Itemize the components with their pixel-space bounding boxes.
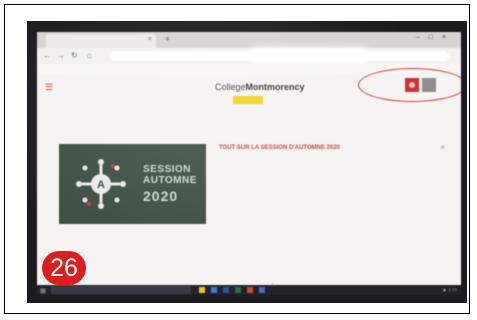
search-button[interactable] [405,78,419,92]
browser-tab[interactable]: × [46,34,156,48]
word-icon[interactable] [223,287,229,293]
svg-text:A: A [97,179,105,191]
tab-close-icon[interactable]: × [148,36,152,43]
navigation-bar: ← → ↻ ⌂ [37,47,461,65]
website: ☰ CollegeMontmorency A SESSION AUTOMNE 2… [37,68,461,295]
new-tab-icon[interactable]: + [165,34,170,44]
forward-icon[interactable]: → [57,51,65,60]
refresh-icon[interactable]: ↻ [71,51,78,60]
banner-year: 2020 [143,188,179,204]
edge-icon[interactable] [211,287,217,293]
back-icon[interactable]: ← [43,51,51,60]
logo-badge[interactable] [233,96,263,104]
article-title: TOUT SUR LA SESSION D'AUTOMNE 2020 [219,145,341,151]
logo-prefix: College [215,82,246,92]
menu-icon[interactable]: ☰ [45,82,53,93]
window-controls[interactable]: –□× [416,34,455,41]
teams-icon[interactable] [259,287,265,293]
starburst-logo-icon: A [76,159,126,209]
browser-screen: × + –□× ← → ↻ ⌂ ☰ CollegeMontmorency A S… [37,32,461,295]
home-icon[interactable]: ⌂ [87,51,92,60]
logo-suffix: Montmorency [245,82,305,92]
close-icon[interactable]: × [440,143,445,152]
banner-line1: SESSION [143,164,191,175]
system-tray[interactable]: ▲ ♪ ▭ [442,287,457,293]
tab-bar: × + –□× [37,32,461,48]
banner-title: SESSION AUTOMNE [143,164,197,186]
site-logo[interactable]: CollegeMontmorency [215,82,305,92]
address-bar[interactable] [109,47,449,65]
sub-navigation [37,112,461,122]
powerpoint-icon[interactable] [247,287,253,293]
file-explorer-icon[interactable] [199,287,205,293]
monitor-photo: × + –□× ← → ↻ ⌂ ☰ CollegeMontmorency A S… [27,21,467,303]
article-panel: TOUT SUR LA SESSION D'AUTOMNE 2020 × [219,143,445,157]
banner-line2: AUTOMNE [143,175,197,186]
step-number-badge: 26 [42,251,86,285]
session-banner: A SESSION AUTOMNE 2020 [59,144,206,224]
excel-icon[interactable] [235,287,241,293]
account-button[interactable] [422,78,436,92]
taskbar-search[interactable] [51,286,191,294]
start-icon[interactable]: ⊞ [40,287,46,295]
screen-glare [249,47,369,65]
windows-taskbar: ⊞ ▲ ♪ ▭ [37,285,461,295]
